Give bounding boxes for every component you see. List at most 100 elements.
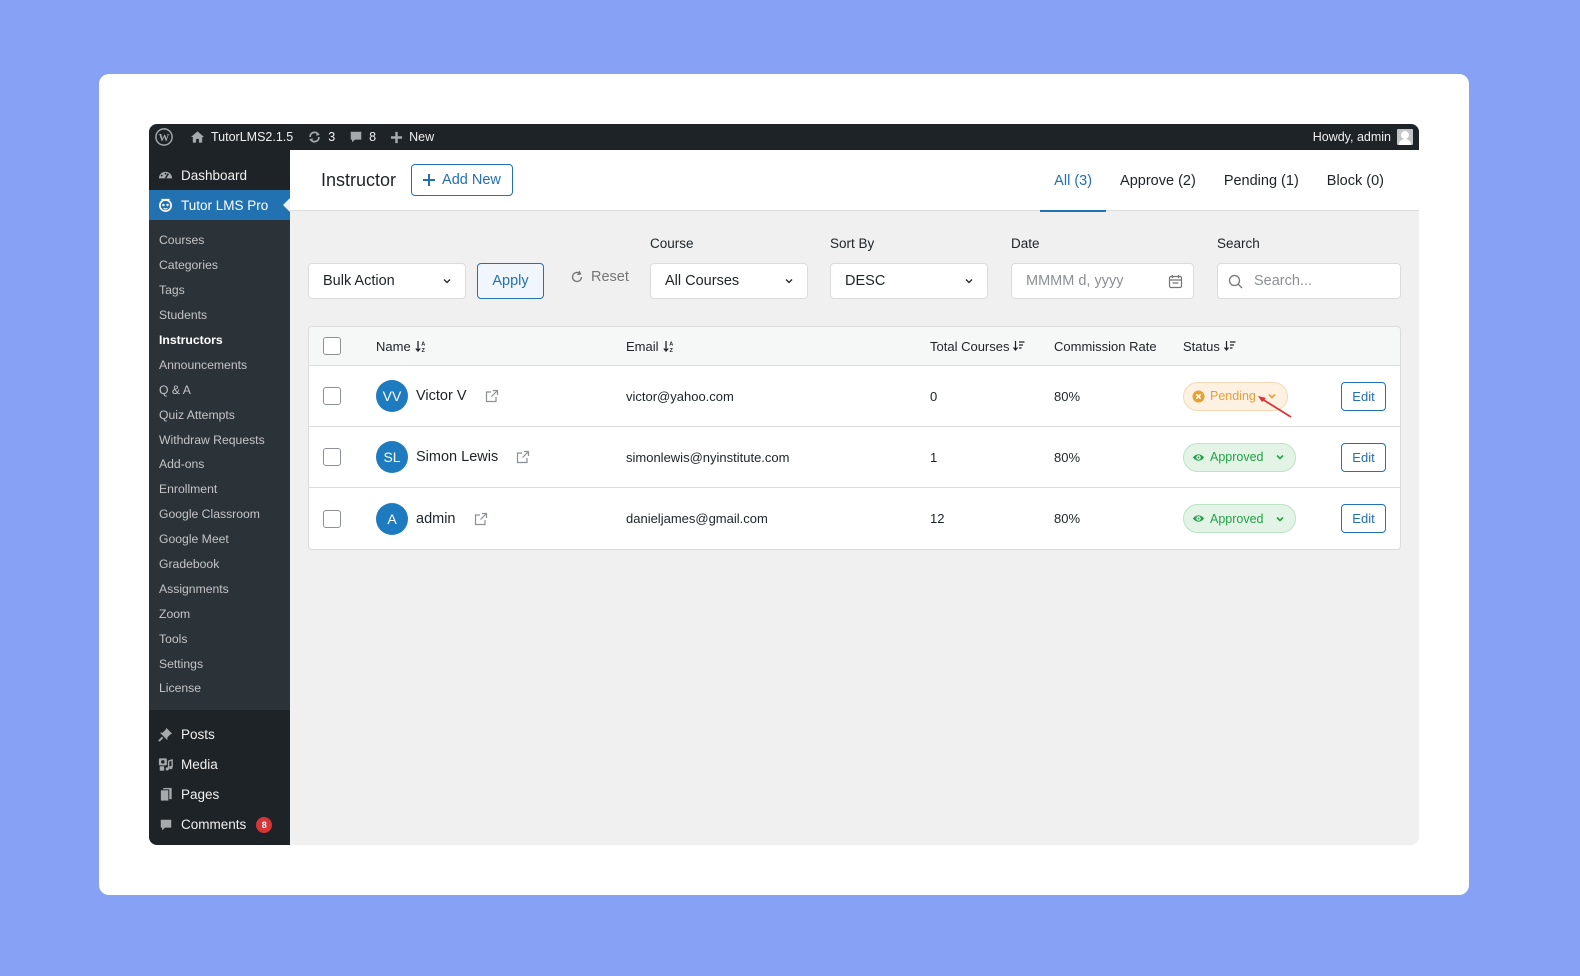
total-courses: 0 bbox=[930, 388, 938, 404]
sidebar-subitem-license[interactable]: License bbox=[149, 676, 290, 701]
edit-button[interactable]: Edit bbox=[1341, 504, 1386, 533]
sidebar-item-tutor-lms-pro[interactable]: Tutor LMS Pro bbox=[149, 190, 290, 220]
date-input[interactable]: MMMM d, yyyy bbox=[1011, 263, 1194, 299]
site-name-link[interactable]: TutorLMS2.1.5 bbox=[180, 124, 300, 150]
bulk-action-select[interactable]: Bulk Action bbox=[308, 263, 466, 299]
row-checkbox[interactable] bbox=[323, 387, 341, 405]
status-dropdown[interactable]: Approved bbox=[1183, 442, 1296, 472]
sidebar-subitem-categories[interactable]: Categories bbox=[149, 253, 290, 278]
edit-button[interactable]: Edit bbox=[1341, 442, 1386, 472]
select-all-checkbox[interactable] bbox=[323, 337, 341, 355]
tab-all[interactable]: All (3) bbox=[1040, 150, 1106, 212]
reset-button[interactable]: Reset bbox=[570, 269, 629, 285]
sidebar-subitem-students[interactable]: Students bbox=[149, 303, 290, 328]
column-status[interactable]: Status bbox=[1183, 327, 1236, 365]
search-input[interactable]: Search... bbox=[1217, 263, 1401, 299]
sidebar-subitem-q-a[interactable]: Q & A bbox=[149, 377, 290, 402]
table-body: VV Victor V victor@yahoo.com 0 80% Pendi… bbox=[309, 366, 1400, 549]
sidebar-subitem-settings[interactable]: Settings bbox=[149, 651, 290, 676]
comments-link[interactable]: 8 bbox=[342, 124, 383, 150]
tab-block[interactable]: Block (0) bbox=[1313, 150, 1398, 211]
row-checkbox[interactable] bbox=[323, 509, 341, 528]
new-label: New bbox=[409, 130, 435, 144]
sidebar-item-comments[interactable]: Comments 8 bbox=[149, 810, 290, 840]
calendar-icon bbox=[1168, 275, 1183, 289]
sidebar-subitem-assignments[interactable]: Assignments bbox=[149, 576, 290, 601]
page-title: Instructor bbox=[321, 169, 397, 190]
sidebar-item-label: Dashboard bbox=[181, 167, 248, 183]
instructor-name[interactable]: admin bbox=[416, 511, 456, 527]
sidebar-subitem-tags[interactable]: Tags bbox=[149, 278, 290, 303]
sidebar-subitem-google-meet[interactable]: Google Meet bbox=[149, 527, 290, 552]
instructor-email: danieljames@gmail.com bbox=[626, 511, 768, 526]
external-link-icon[interactable] bbox=[474, 512, 488, 526]
status-dropdown[interactable]: Approved bbox=[1183, 504, 1296, 533]
dashboard-icon bbox=[158, 168, 173, 183]
wp-logo-button[interactable]: W bbox=[149, 124, 180, 150]
course-select[interactable]: All Courses bbox=[650, 263, 808, 299]
sidebar-subitem-enrollment[interactable]: Enrollment bbox=[149, 477, 290, 502]
comment-icon bbox=[158, 817, 173, 832]
sidebar-subitem-instructors[interactable]: Instructors bbox=[149, 328, 290, 353]
comments-count: 8 bbox=[369, 130, 377, 144]
sidebar-subitem-zoom[interactable]: Zoom bbox=[149, 601, 290, 626]
instructor-email: simonlewis@nyinstitute.com bbox=[626, 449, 790, 465]
updates-link[interactable]: 3 bbox=[300, 124, 342, 150]
sort-by-select[interactable]: DESC bbox=[830, 263, 988, 299]
add-new-button[interactable]: Add New bbox=[411, 164, 513, 196]
edit-button[interactable]: Edit bbox=[1341, 381, 1386, 411]
reset-label: Reset bbox=[591, 269, 629, 285]
external-link-icon[interactable] bbox=[485, 389, 499, 403]
page-header: Instructor Add New All (3) Approve (2) P… bbox=[290, 150, 1419, 212]
course-value: All Courses bbox=[665, 273, 740, 289]
tab-approve[interactable]: Approve (2) bbox=[1106, 150, 1210, 211]
instructor-name[interactable]: Simon Lewis bbox=[416, 449, 498, 465]
sidebar-subitem-quiz-attempts[interactable]: Quiz Attempts bbox=[149, 402, 290, 427]
status-dropdown[interactable]: Pending bbox=[1183, 381, 1288, 411]
comments-badge: 8 bbox=[256, 816, 273, 833]
pages-icon bbox=[158, 787, 173, 802]
sidebar-subitem-google-classroom[interactable]: Google Classroom bbox=[149, 502, 290, 527]
sidebar-item-label: Tutor LMS Pro bbox=[181, 197, 269, 213]
tab-pending[interactable]: Pending (1) bbox=[1210, 150, 1313, 211]
external-link-icon[interactable] bbox=[516, 450, 530, 464]
apply-button[interactable]: Apply bbox=[477, 263, 544, 299]
new-content-link[interactable]: New bbox=[383, 124, 441, 150]
reset-icon bbox=[571, 270, 583, 283]
tutor-owl-icon bbox=[158, 198, 173, 213]
column-status-label: Status bbox=[1183, 338, 1220, 354]
sidebar-subitem-announcements[interactable]: Announcements bbox=[149, 352, 290, 377]
account-menu[interactable]: Howdy, admin bbox=[1306, 124, 1419, 150]
table-row: VV Victor V victor@yahoo.com 0 80% Pendi… bbox=[309, 366, 1400, 427]
column-commission-rate-label: Commission Rate bbox=[1054, 338, 1157, 354]
sidebar-subitem-tools[interactable]: Tools bbox=[149, 626, 290, 651]
sidebar-item-dashboard[interactable]: Dashboard bbox=[149, 160, 290, 190]
wordpress-admin: W TutorLMS2.1.5 3 8 New Howdy, admin Das… bbox=[149, 124, 1419, 845]
sidebar-subitem-courses[interactable]: Courses bbox=[149, 228, 290, 253]
instructor-name[interactable]: Victor V bbox=[416, 388, 467, 404]
user-avatar-icon bbox=[1397, 129, 1413, 145]
site-name: TutorLMS2.1.5 bbox=[211, 130, 294, 144]
avatar: A bbox=[376, 502, 408, 535]
column-email[interactable]: Email AZ bbox=[626, 327, 675, 365]
column-name[interactable]: Name AZ bbox=[376, 327, 427, 365]
column-commission-rate: Commission Rate bbox=[1054, 327, 1157, 365]
sidebar-item-label: Posts bbox=[181, 727, 215, 743]
updates-icon bbox=[309, 131, 320, 143]
sidebar-item-media[interactable]: Media bbox=[149, 750, 290, 780]
status-label: Approved bbox=[1210, 511, 1264, 526]
sidebar-subitem-withdraw-requests[interactable]: Withdraw Requests bbox=[149, 427, 290, 452]
sidebar-subitem-gradebook[interactable]: Gradebook bbox=[149, 552, 290, 577]
column-total-courses[interactable]: Total Courses bbox=[930, 327, 1025, 365]
sidebar-item-pages[interactable]: Pages bbox=[149, 780, 290, 810]
chevron-down-icon bbox=[1275, 516, 1284, 522]
row-checkbox[interactable] bbox=[323, 448, 341, 466]
sidebar-item-posts[interactable]: Posts bbox=[149, 720, 290, 750]
add-new-label: Add New bbox=[442, 172, 501, 188]
pushpin-icon bbox=[158, 727, 173, 743]
sidebar-subitem-add-ons[interactable]: Add-ons bbox=[149, 452, 290, 477]
tutor-submenu: Courses Categories Tags Students Instructors… bbox=[149, 220, 290, 710]
svg-text:W: W bbox=[159, 132, 170, 144]
sidebar-bottom-menu: Posts Media Pages Comments 8 bbox=[149, 710, 290, 840]
instructors-table: Name AZ Email AZ Total Courses Commissio… bbox=[308, 326, 1401, 550]
